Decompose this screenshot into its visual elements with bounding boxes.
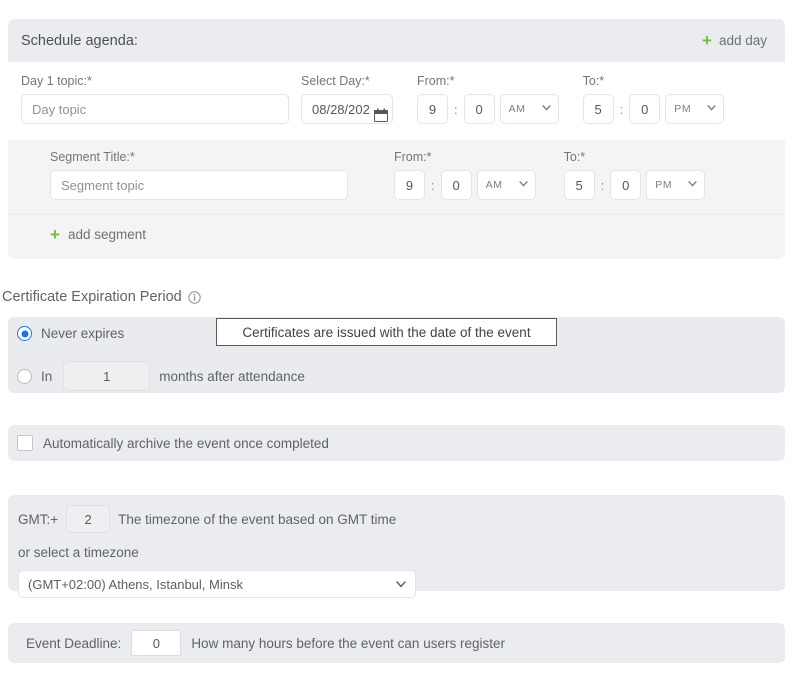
- segment-row: Segment Title:* From:* : AM: [8, 140, 785, 215]
- day-row: Day 1 topic:* Select Day:* From:*: [8, 62, 785, 140]
- gmt-offset-input[interactable]: [66, 505, 111, 533]
- add-day-label: add day: [718, 33, 767, 48]
- gmt-offset-row: GMT:+ The timezone of the event based on…: [18, 505, 785, 533]
- event-deadline-input[interactable]: [131, 630, 182, 656]
- select-day-input[interactable]: [301, 94, 393, 124]
- plus-icon: +: [702, 31, 712, 50]
- in-months-option[interactable]: In months after attendance: [17, 361, 305, 391]
- add-segment-label: add segment: [67, 227, 146, 242]
- day-topic-field: Day 1 topic:*: [21, 74, 289, 124]
- months-suffix-label: months after attendance: [159, 368, 305, 384]
- day-topic-input[interactable]: [21, 94, 289, 124]
- segment-to-minute-input[interactable]: [610, 170, 642, 200]
- day-to-meridiem-select[interactable]: PM: [665, 94, 725, 124]
- schedule-agenda-card: Schedule agenda: + add day Day 1 topic:*…: [8, 19, 785, 259]
- archive-checkbox[interactable]: [17, 435, 33, 451]
- segment-to-hour-input[interactable]: [563, 170, 595, 200]
- day-from-hour-input[interactable]: [417, 94, 448, 124]
- in-months-radio[interactable]: [17, 368, 32, 384]
- never-expires-radio[interactable]: [17, 326, 32, 341]
- time-separator: :: [431, 177, 435, 193]
- add-segment-button[interactable]: + add segment: [50, 226, 146, 243]
- certificate-tooltip: Certificates are issued with the date of…: [216, 318, 557, 346]
- gmt-block: GMT:+ The timezone of the event based on…: [8, 495, 785, 598]
- in-label: In: [41, 368, 53, 384]
- day-to-label: To:*: [582, 74, 605, 88]
- event-deadline-label: Event Deadline:: [26, 635, 122, 651]
- segment-title-label: Segment Title:*: [50, 150, 135, 164]
- day-from-meridiem-select[interactable]: AM: [499, 94, 559, 124]
- segment-from-field: From:* : AM: [394, 150, 536, 200]
- gmt-description: The timezone of the event based on GMT t…: [118, 511, 397, 527]
- segment-from-label: From:*: [394, 150, 432, 164]
- segment-title-input[interactable]: [50, 170, 348, 200]
- time-separator: :: [600, 177, 605, 193]
- or-select-timezone-label: or select a timezone: [18, 545, 139, 560]
- time-separator: :: [454, 101, 458, 117]
- segment-to-meridiem-select[interactable]: PM: [646, 170, 706, 200]
- page-title: Certificate Expiration Period: [2, 289, 182, 305]
- never-expires-label: Never expires: [41, 326, 125, 341]
- segment-title-field: Segment Title:*: [50, 150, 348, 200]
- timezone-select[interactable]: (GMT+02:00) Athens, Istanbul, Minsk: [18, 570, 416, 598]
- event-deadline-description: How many hours before the event can user…: [191, 635, 505, 651]
- day-topic-label: Day 1 topic:*: [21, 74, 92, 88]
- archive-block: Automatically archive the event once com…: [8, 425, 785, 461]
- day-to-hour-input[interactable]: [582, 94, 614, 124]
- tooltip-text: Certificates are issued with the date of…: [242, 324, 531, 340]
- segment-from-minute-input[interactable]: [440, 170, 472, 200]
- certificate-expiration-heading: Certificate Expiration Period: [2, 289, 201, 305]
- add-segment-row: + add segment: [8, 215, 785, 259]
- day-to-field: To:* : PM: [582, 74, 725, 124]
- day-from-field: From:* : AM: [417, 74, 559, 124]
- never-expires-option[interactable]: Never expires: [17, 326, 124, 341]
- agenda-title: Schedule agenda:: [21, 32, 138, 49]
- select-day-field: Select Day:*: [301, 74, 393, 124]
- add-day-button[interactable]: + add day: [702, 32, 767, 49]
- select-day-label: Select Day:*: [301, 74, 370, 88]
- info-circle-icon[interactable]: [188, 290, 201, 304]
- segment-from-hour-input[interactable]: [394, 170, 425, 200]
- segment-to-field: To:* : PM: [563, 150, 706, 200]
- archive-label: Automatically archive the event once com…: [43, 435, 329, 451]
- day-from-label: From:*: [417, 74, 455, 88]
- plus-icon: +: [50, 225, 60, 244]
- segment-to-label: To:*: [563, 150, 586, 164]
- day-to-minute-input[interactable]: [629, 94, 661, 124]
- months-input[interactable]: [63, 361, 151, 391]
- day-from-minute-input[interactable]: [463, 94, 495, 124]
- segment-from-meridiem-select[interactable]: AM: [476, 170, 536, 200]
- segment-panel: Segment Title:* From:* : AM: [8, 140, 785, 259]
- event-deadline-block: Event Deadline: How many hours before th…: [8, 623, 785, 663]
- agenda-header: Schedule agenda: + add day: [8, 19, 785, 62]
- gmt-label: GMT:+: [18, 511, 59, 527]
- time-separator: :: [619, 101, 624, 117]
